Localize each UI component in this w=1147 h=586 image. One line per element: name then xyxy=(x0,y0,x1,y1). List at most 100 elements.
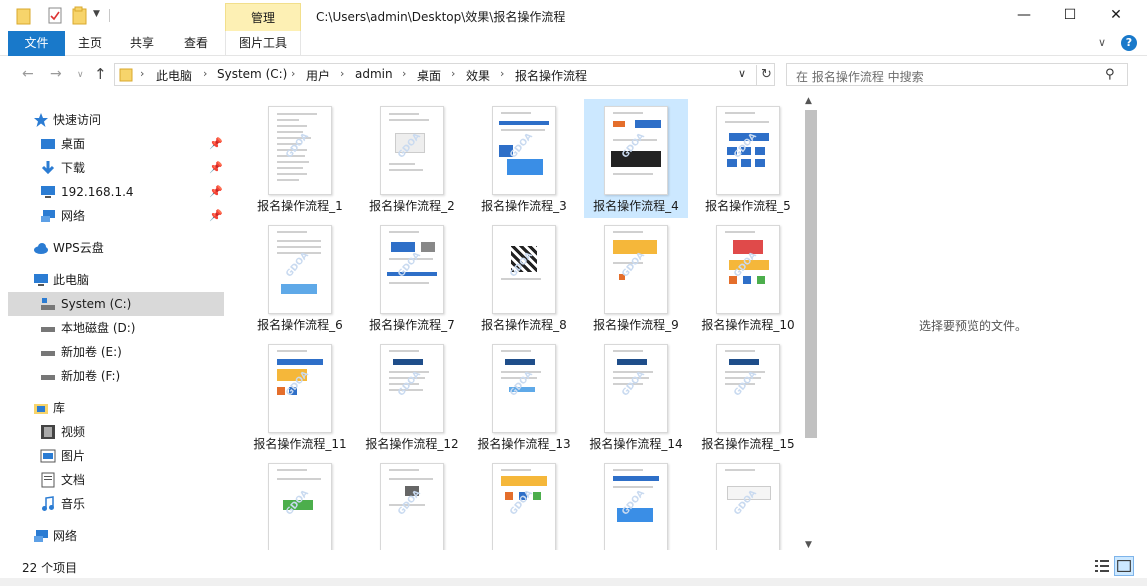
file-tile[interactable]: GDOA 报名操作流程_1 xyxy=(248,99,352,218)
sidebar-item-network-drive[interactable]: 192.168.1.4 📌 xyxy=(8,180,224,204)
file-tile[interactable]: GDOA xyxy=(472,456,576,550)
tab-view[interactable]: 查看 xyxy=(176,31,216,56)
help-icon[interactable]: ? xyxy=(1121,35,1137,51)
file-tile[interactable]: GDOA 报名操作流程_2 xyxy=(360,99,464,218)
sidebar-item-drive-e[interactable]: 新加卷 (E:) xyxy=(8,340,224,364)
address-dropdown-icon[interactable]: ∨ xyxy=(738,67,746,80)
breadcrumb-effects[interactable]: 效果 xyxy=(466,67,490,84)
sidebar-item-desktop[interactable]: 桌面 📌 xyxy=(8,132,224,156)
folder-icon xyxy=(119,68,133,82)
sidebar-item-library[interactable]: 库 xyxy=(8,396,224,420)
scroll-up-icon[interactable]: ▲ xyxy=(805,96,812,106)
file-tile[interactable]: GDOA 报名操作流程_12 xyxy=(360,337,464,456)
file-thumbnail: GDOA xyxy=(492,344,556,433)
crumb-separator-icon[interactable]: › xyxy=(291,67,295,80)
file-tile[interactable]: GDOA 报名操作流程_14 xyxy=(584,337,688,456)
crumb-separator-icon[interactable]: › xyxy=(203,67,207,80)
file-tile[interactable]: GDOA 报名操作流程_7 xyxy=(360,218,464,337)
sidebar-item-wps-cloud[interactable]: WPS云盘 xyxy=(8,236,224,260)
file-name: 报名操作流程_5 xyxy=(705,199,791,213)
breadcrumb-users[interactable]: 用户 xyxy=(306,67,330,84)
file-thumbnail: GDOA xyxy=(380,106,444,195)
crumb-separator-icon[interactable]: › xyxy=(340,67,344,80)
minimize-button[interactable]: — xyxy=(1001,0,1047,31)
file-name: 报名操作流程_9 xyxy=(593,318,679,332)
file-tile[interactable]: GDOA xyxy=(696,456,800,550)
search-icon[interactable]: ⚲ xyxy=(1105,67,1115,82)
folder-icon[interactable] xyxy=(16,6,32,26)
crumb-separator-icon[interactable]: › xyxy=(500,67,504,80)
drive-icon xyxy=(41,375,55,380)
manage-tab[interactable]: 管理 xyxy=(225,3,301,32)
crumb-separator-icon[interactable]: › xyxy=(451,67,455,80)
recent-locations-icon[interactable]: ∨ xyxy=(77,70,84,80)
expand-ribbon-icon[interactable]: ∨ xyxy=(1098,36,1106,49)
sidebar-item-downloads[interactable]: 下载 📌 xyxy=(8,156,224,180)
sidebar-item-drive-d[interactable]: 本地磁盘 (D:) xyxy=(8,316,224,340)
file-tile[interactable]: GDOA xyxy=(360,456,464,550)
breadcrumb-admin[interactable]: admin xyxy=(355,67,393,81)
file-tile-selected[interactable]: GDOA 报名操作流程_4 xyxy=(584,99,688,218)
properties-icon[interactable] xyxy=(48,6,64,26)
file-tile[interactable]: GDOA 报名操作流程_13 xyxy=(472,337,576,456)
pin-icon[interactable]: 📌 xyxy=(209,156,223,180)
close-button[interactable]: ✕ xyxy=(1093,0,1139,31)
scroll-down-icon[interactable]: ▼ xyxy=(805,540,812,550)
refresh-icon[interactable]: ↻ xyxy=(756,65,776,85)
file-tile[interactable]: GDOA 报名操作流程_5 xyxy=(696,99,800,218)
tab-file[interactable]: 文件 xyxy=(8,31,65,56)
toolbar-divider xyxy=(109,9,110,22)
search-input[interactable]: 在 报名操作流程 中搜索 ⚲ xyxy=(786,63,1128,86)
sidebar-item-this-pc[interactable]: 此电脑 xyxy=(8,268,224,292)
up-arrow-icon[interactable]: ↑ xyxy=(94,65,107,83)
sidebar-item-music[interactable]: 音乐 xyxy=(8,492,224,516)
scrollbar-thumb[interactable] xyxy=(805,110,817,438)
sidebar-item-label: 快速访问 xyxy=(53,113,102,127)
address-bar[interactable]: › 此电脑 › System (C:) › 用户 › admin › 桌面 › … xyxy=(114,63,775,86)
sidebar-item-system-c[interactable]: System (C:) xyxy=(8,292,224,316)
crumb-separator-icon[interactable]: › xyxy=(402,67,406,80)
sidebar-item-network[interactable]: 网络 xyxy=(8,524,224,548)
sidebar-item-quick-access[interactable]: 快速访问 xyxy=(8,108,224,132)
breadcrumb-desktop[interactable]: 桌面 xyxy=(417,67,441,84)
file-tile[interactable]: GDOA 报名操作流程_11 xyxy=(248,337,352,456)
sidebar-item-drive-f[interactable]: 新加卷 (F:) xyxy=(8,364,224,388)
breadcrumb-system-c[interactable]: System (C:) xyxy=(217,67,287,81)
breadcrumb-current[interactable]: 报名操作流程 xyxy=(515,67,587,84)
tab-share[interactable]: 共享 xyxy=(122,31,162,56)
back-arrow-icon[interactable]: ← xyxy=(22,66,34,82)
sidebar-item-pictures[interactable]: 图片 xyxy=(8,444,224,468)
file-name: 报名操作流程_8 xyxy=(481,318,567,332)
sidebar-item-videos[interactable]: 视频 xyxy=(8,420,224,444)
maximize-button[interactable]: ☐ xyxy=(1047,0,1093,31)
sidebar-item-network-quick[interactable]: 网络 📌 xyxy=(8,204,224,228)
file-tile[interactable]: GDOA 报名操作流程_3 xyxy=(472,99,576,218)
sidebar-item-label: 网络 xyxy=(61,209,86,223)
large-icons-view-icon[interactable] xyxy=(1114,556,1134,576)
breadcrumb-this-pc[interactable]: 此电脑 xyxy=(156,67,192,84)
file-tile[interactable]: GDOA 报名操作流程_6 xyxy=(248,218,352,337)
file-name: 报名操作流程_4 xyxy=(593,199,679,213)
tab-picture-tools[interactable]: 图片工具 xyxy=(225,31,301,56)
tab-home[interactable]: 主页 xyxy=(70,31,110,56)
file-tile[interactable]: GDOA 报名操作流程_8 xyxy=(472,218,576,337)
file-tile[interactable]: GDOA xyxy=(248,456,352,550)
sidebar-item-documents[interactable]: 文档 xyxy=(8,468,224,492)
desktop-icon xyxy=(41,139,55,149)
file-tile[interactable]: GDOA xyxy=(584,456,688,550)
details-view-icon[interactable] xyxy=(1094,558,1110,574)
forward-arrow-icon[interactable]: → xyxy=(50,66,62,82)
pin-icon[interactable]: 📌 xyxy=(209,204,223,228)
pin-icon[interactable]: 📌 xyxy=(209,132,223,156)
window-title: C:\Users\admin\Desktop\效果\报名操作流程 xyxy=(316,10,566,24)
vertical-scrollbar[interactable]: ▲ ▼ xyxy=(803,94,818,554)
sidebar-item-label: 新加卷 (E:) xyxy=(61,345,122,359)
file-tile[interactable]: GDOA 报名操作流程_9 xyxy=(584,218,688,337)
file-tile[interactable]: GDOA 报名操作流程_10 xyxy=(696,218,800,337)
file-tile[interactable]: GDOA 报名操作流程_15 xyxy=(696,337,800,456)
customize-toolbar-icon[interactable]: ▼ xyxy=(93,9,103,29)
new-folder-icon[interactable] xyxy=(72,6,88,26)
crumb-separator-icon[interactable]: › xyxy=(140,67,144,80)
picture-icon xyxy=(40,449,56,463)
pin-icon[interactable]: 📌 xyxy=(209,180,223,204)
